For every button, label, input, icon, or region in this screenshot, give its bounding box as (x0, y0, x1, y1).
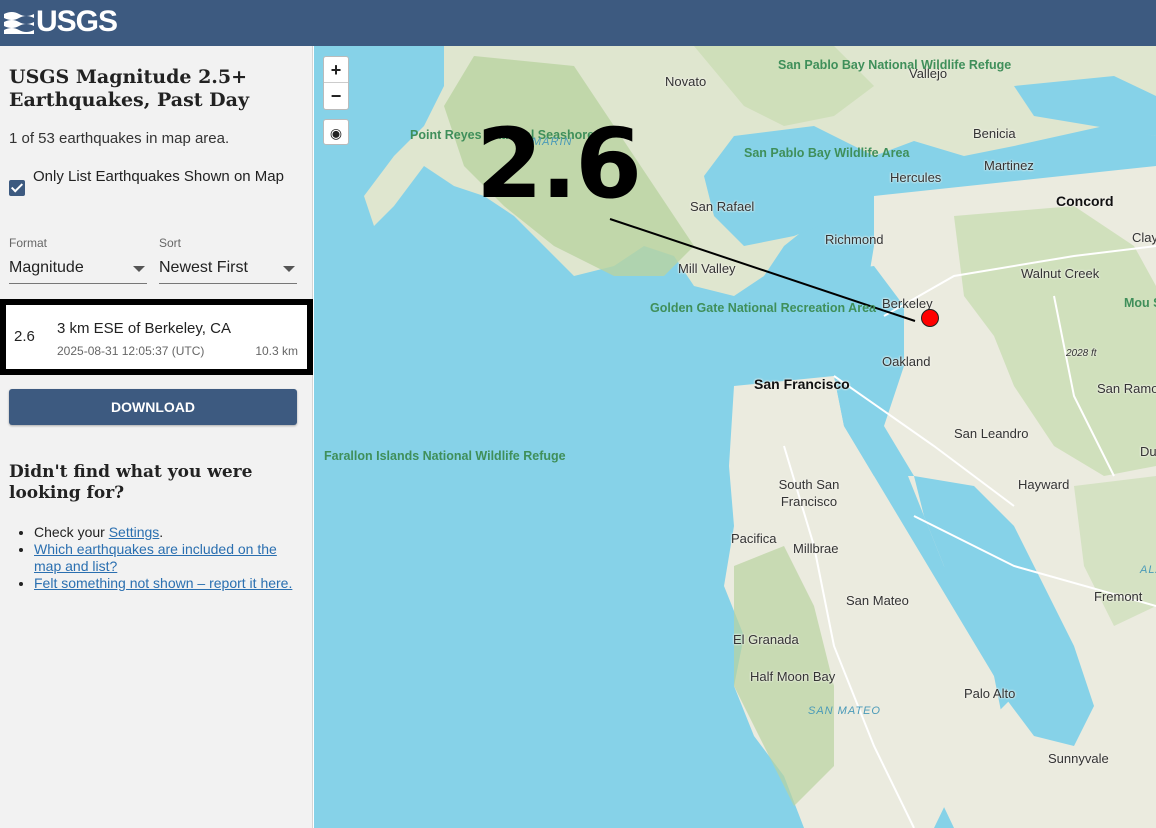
help-list: Check your Settings. Which earthquakes a… (34, 524, 296, 592)
format-field: Format Magnitude (9, 236, 147, 284)
format-value: Magnitude (9, 259, 84, 276)
earthquake-depth: 10.3 km (255, 344, 298, 358)
place-oakland: Oakland (882, 354, 931, 369)
place-half-moon-bay: Half Moon Bay (750, 669, 836, 684)
place-golden-gate: Golden Gate National Recreation Area (650, 301, 876, 315)
only-list-label: Only List Earthquakes Shown on Map (33, 168, 284, 185)
chevron-down-icon (133, 266, 145, 272)
place-san-francisco: San Francisco (754, 376, 850, 392)
place-mount: Mou Sta (1124, 296, 1156, 310)
place-walnut-creek: Walnut Creek (1021, 266, 1100, 281)
place-fremont: Fremont (1094, 589, 1143, 604)
sort-field: Sort Newest First (159, 236, 297, 284)
format-select[interactable]: Magnitude (9, 256, 147, 284)
only-list-checkbox[interactable] (9, 180, 25, 196)
sort-value: Newest First (159, 259, 248, 276)
magnitude-overlay: 2.6 (476, 108, 642, 220)
place-ala: ALA (1140, 564, 1156, 576)
earthquake-list-item[interactable]: 2.6 3 km ESE of Berkeley, CA 2025-08-31 … (0, 299, 313, 375)
place-san-pablo-refuge: San Pablo Bay National Wildlife Refuge (778, 58, 1012, 72)
zoom-in-button[interactable]: + (324, 57, 348, 83)
place-du: Du (1140, 444, 1156, 459)
usgs-logo[interactable]: USGS (4, 4, 118, 40)
place-san-mateo: San Mateo (846, 593, 909, 608)
sort-label: Sort (159, 236, 182, 250)
only-list-toggle[interactable]: Only List Earthquakes Shown on Map (9, 165, 299, 196)
place-benicia: Benicia (973, 126, 1016, 141)
place-millbrae: Millbrae (793, 541, 839, 556)
place-clay: Clay (1132, 230, 1156, 245)
list-item: Check your Settings. (34, 524, 296, 541)
earthquake-count: 1 of 53 earthquakes in map area. (9, 130, 230, 147)
format-label: Format (9, 236, 48, 250)
globe-icon[interactable]: ◉ (323, 119, 349, 145)
list-item: Which earthquakes are included on the ma… (34, 541, 296, 575)
place-berkeley: Berkeley (882, 296, 933, 311)
map-view[interactable]: + − ◉ Novato Vallejo San Pablo Bay Natio… (314, 46, 1156, 828)
which-earthquakes-link[interactable]: Which earthquakes are included on the ma… (34, 541, 277, 574)
zoom-out-button[interactable]: − (324, 83, 348, 109)
check-suffix: . (159, 524, 164, 540)
place-pacifica: Pacifica (731, 531, 777, 546)
place-farallon: Farallon Islands National Wildlife Refug… (324, 449, 566, 463)
place-sunnyvale: Sunnyvale (1048, 751, 1109, 766)
place-palo-alto: Palo Alto (964, 686, 1016, 701)
place-richmond: Richmond (825, 232, 884, 247)
zoom-control: + − (323, 56, 349, 110)
place-hercules: Hercules (890, 170, 942, 185)
felt-report-link[interactable]: Felt something not shown – report it her… (34, 575, 292, 591)
earthquake-time: 2025-08-31 12:05:37 (UTC) (57, 344, 205, 358)
settings-link[interactable]: Settings (109, 524, 160, 540)
place-mill-valley: Mill Valley (678, 261, 736, 276)
place-san-ramon: San Ramo (1097, 381, 1156, 396)
earthquake-place: 3 km ESE of Berkeley, CA (57, 320, 231, 337)
list-item: Felt something not shown – report it her… (34, 575, 296, 592)
earthquake-magnitude: 2.6 (14, 328, 35, 345)
place-san-mateo-county: SAN MATEO (808, 705, 881, 717)
place-el-granada: El Granada (733, 632, 799, 647)
logo-text: USGS (36, 5, 118, 38)
place-san-pablo-bay: San Pablo Bay Wildlife Area (744, 146, 910, 160)
sort-select[interactable]: Newest First (159, 256, 297, 284)
help-title: Didn't find what you were looking for? (9, 462, 253, 503)
check-prefix: Check your (34, 524, 109, 540)
place-san-rafael: San Rafael (690, 199, 755, 214)
place-san-leandro: San Leandro (954, 426, 1029, 441)
page-title: USGS Magnitude 2.5+ Earthquakes, Past Da… (9, 66, 249, 111)
place-concord: Concord (1056, 193, 1114, 209)
place-novato: Novato (665, 74, 707, 89)
place-south-sf: South San Francisco (778, 477, 840, 509)
place-martinez: Martinez (984, 158, 1034, 173)
sidebar: USGS Magnitude 2.5+ Earthquakes, Past Da… (0, 46, 313, 828)
place-hayward: Hayward (1018, 477, 1070, 492)
download-button[interactable]: DOWNLOAD (9, 389, 297, 425)
top-header: USGS (0, 0, 1156, 46)
earthquake-marker[interactable] (921, 309, 939, 327)
chevron-down-icon (283, 266, 295, 272)
usgs-wave-icon (4, 12, 34, 34)
place-elevation: 2028 ft (1066, 348, 1097, 359)
